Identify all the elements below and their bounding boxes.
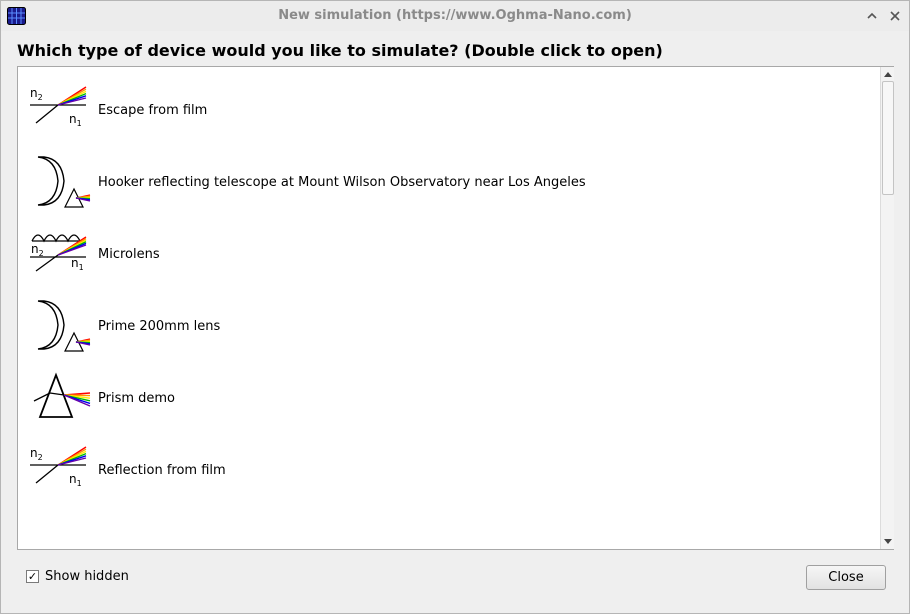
- vertical-scrollbar[interactable]: [880, 67, 894, 549]
- list-item-label: Prism demo: [98, 391, 176, 406]
- list-item-label: Escape from film: [98, 103, 208, 118]
- list-item[interactable]: Prism demo: [18, 363, 880, 435]
- list-item-label: Microlens: [98, 247, 160, 262]
- refraction-icon: n2 n1: [30, 86, 87, 128]
- window-title: New simulation (https://www.Oghma-Nano.c…: [278, 8, 632, 23]
- chevron-up-icon: [867, 12, 877, 19]
- device-list[interactable]: n2 n1 Escape from film Hooker reflecting te…: [17, 66, 894, 550]
- microlens-icon: n2 n1: [30, 234, 87, 272]
- scrollbar-thumb[interactable]: [882, 81, 894, 195]
- svg-text:n2: n2: [30, 86, 43, 102]
- list-item-label: Prime 200mm lens: [98, 319, 221, 334]
- list-item-label: Hooker reflecting telescope at Mount Wil…: [98, 175, 586, 190]
- svg-text:n1: n1: [71, 256, 84, 272]
- mirror-prism-icon: [37, 156, 91, 208]
- list-item[interactable]: Hooker reflecting telescope at Mount Wil…: [18, 147, 880, 219]
- collapse-button[interactable]: [863, 7, 881, 25]
- dialog-heading: Which type of device would you like to s…: [17, 41, 663, 60]
- title-bar[interactable]: New simulation (https://www.Oghma-Nano.c…: [1, 1, 909, 31]
- list-item-label: Reflection from film: [98, 463, 226, 478]
- list-item[interactable]: n2 n1 Escape from film: [18, 75, 880, 147]
- svg-text:n1: n1: [69, 472, 82, 488]
- window-close-button[interactable]: [886, 7, 904, 25]
- scroll-down-button[interactable]: [881, 535, 895, 549]
- new-simulation-dialog: New simulation (https://www.Oghma-Nano.c…: [0, 0, 910, 614]
- svg-text:n2: n2: [31, 242, 44, 258]
- mirror-prism-icon: [37, 300, 91, 352]
- list-item[interactable]: n2 n1 Microlens: [18, 219, 880, 291]
- close-button[interactable]: Close: [806, 565, 886, 590]
- show-hidden-label[interactable]: Show hidden: [45, 569, 129, 584]
- scroll-up-arrow-icon: [884, 72, 892, 77]
- list-item[interactable]: n2 n1 Reflection from film: [18, 435, 880, 507]
- device-list-items: n2 n1 Escape from film Hooker reflecting te…: [18, 67, 880, 549]
- svg-text:n1: n1: [69, 112, 82, 128]
- scroll-down-arrow-icon: [884, 539, 892, 544]
- refraction-icon: n2 n1: [30, 446, 87, 488]
- prism-icon: [33, 372, 91, 418]
- scroll-up-button[interactable]: [881, 67, 895, 81]
- list-item[interactable]: Prime 200mm lens: [18, 291, 880, 363]
- close-icon: [890, 11, 900, 21]
- svg-text:n2: n2: [30, 446, 43, 462]
- show-hidden-checkbox[interactable]: ✓: [26, 570, 39, 583]
